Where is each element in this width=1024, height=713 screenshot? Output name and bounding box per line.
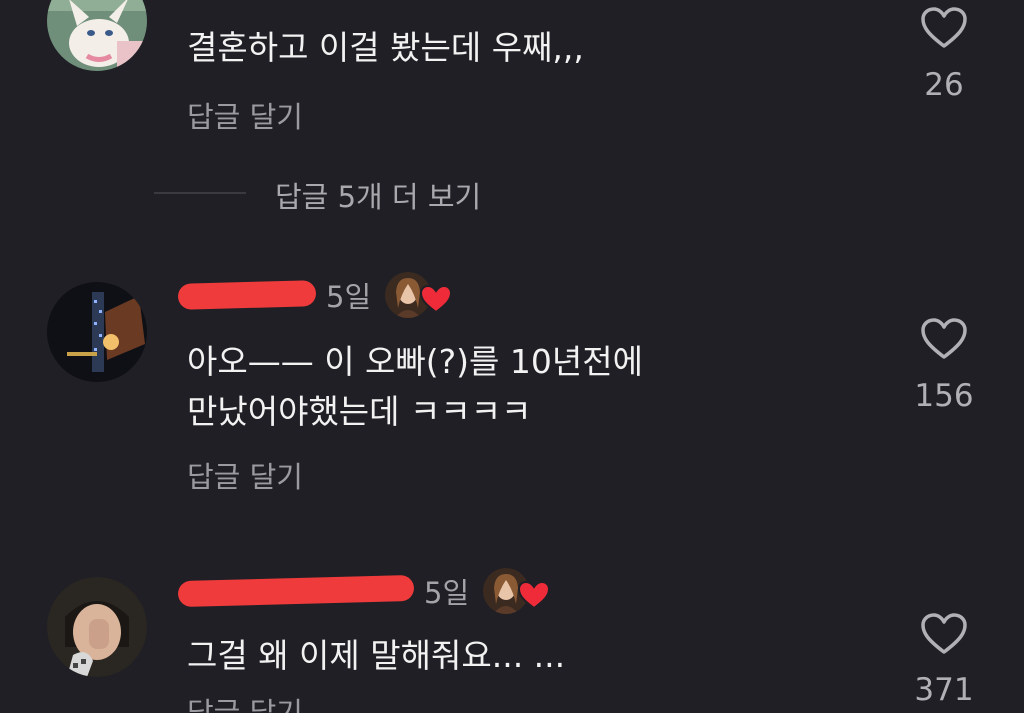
user-avatar[interactable] bbox=[47, 577, 147, 677]
comment-text-line-2: 만났어야했는데 ㅋㅋㅋㅋ bbox=[187, 392, 532, 431]
heart-outline-icon[interactable] bbox=[920, 612, 968, 656]
redacted-username bbox=[177, 574, 415, 608]
comment-text-line-1: 아오—— 이 오빠(?)를 10년전에 bbox=[187, 342, 643, 381]
comment-meta: 5일 bbox=[177, 270, 453, 320]
redacted-username bbox=[177, 280, 317, 310]
reply-button[interactable]: 답글 달기 bbox=[187, 94, 303, 136]
replies-divider bbox=[154, 192, 246, 194]
heart-outline-icon[interactable] bbox=[920, 317, 968, 361]
view-more-replies-button[interactable]: 답글 5개 더 보기 bbox=[275, 174, 481, 216]
comments-screen: 결혼하고 이걸 봤는데 우째,,, 답글 달기 26 답글 5개 더 보기 5일 bbox=[0, 0, 1024, 713]
creator-liked-badge bbox=[385, 272, 453, 318]
like-count: 371 bbox=[914, 672, 974, 708]
reply-button[interactable]: 답글 달기 bbox=[187, 454, 303, 496]
comment-text: 결혼하고 이걸 봤는데 우째,,, bbox=[187, 28, 584, 67]
user-avatar[interactable] bbox=[47, 0, 147, 71]
comment-meta: 5일 bbox=[177, 566, 551, 616]
like-count: 156 bbox=[914, 378, 974, 414]
heart-outline-icon[interactable] bbox=[920, 6, 968, 50]
comment-text: 그걸 왜 이제 말해줘요... ... bbox=[187, 636, 566, 675]
creator-liked-badge bbox=[483, 568, 551, 614]
comment-time: 5일 bbox=[424, 576, 470, 610]
reply-button[interactable]: 답글 달기 bbox=[187, 690, 303, 713]
user-avatar[interactable] bbox=[47, 282, 147, 382]
comment-time: 5일 bbox=[326, 280, 372, 314]
heart-filled-icon bbox=[518, 580, 551, 610]
heart-filled-icon bbox=[420, 284, 453, 314]
like-count: 26 bbox=[924, 67, 964, 103]
